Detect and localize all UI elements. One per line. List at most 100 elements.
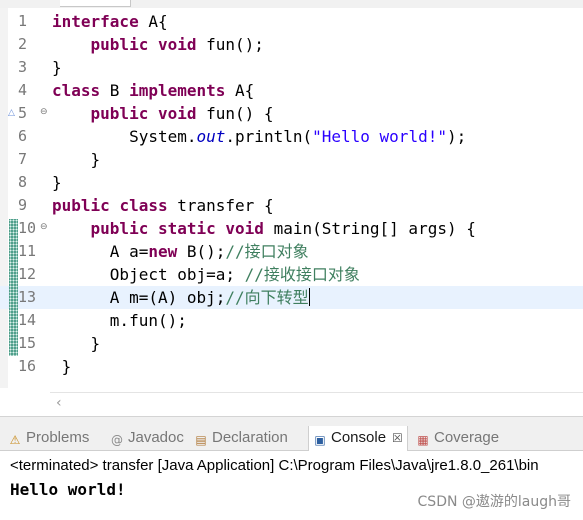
code-editor[interactable]: 1 interface A{2 public void fun(); 3} 4 clas…	[0, 8, 583, 398]
code-line[interactable]: 16 }	[0, 355, 583, 378]
code-text: }	[52, 171, 62, 194]
close-icon[interactable]: ☒	[392, 431, 403, 445]
code-line[interactable]: 10 ⊖ public static void main(String[] arg…	[0, 217, 583, 240]
code-token: }	[52, 357, 72, 376]
code-text: public static void main(String[] args) {	[52, 217, 476, 240]
tab-label: Javadoc	[128, 429, 184, 446]
javadoc-icon: @	[111, 433, 123, 447]
line-number: 3	[18, 58, 28, 76]
fold-toggle-icon[interactable]: ⊖	[40, 223, 48, 232]
code-line[interactable]: 4 class B implements A{	[0, 79, 583, 102]
comment-token: //向下转型	[225, 288, 309, 307]
line-number: 15	[18, 334, 37, 352]
tab-problems[interactable]: ⚠ Problems	[8, 426, 90, 450]
code-text: public void fun() {	[52, 102, 274, 125]
code-token: System.	[52, 127, 197, 146]
code-token: }	[52, 58, 62, 77]
line-number: 7	[18, 150, 28, 168]
code-line[interactable]: 3}	[0, 56, 583, 79]
editor-tab-strip	[0, 0, 583, 8]
code-token: }	[52, 334, 101, 353]
code-token: A a=	[52, 242, 149, 261]
code-line[interactable]: 14 m.fun();	[0, 309, 583, 332]
field-token: out	[196, 127, 226, 146]
line-number: 4	[18, 81, 28, 99]
code-line[interactable]: 8}	[0, 171, 583, 194]
tab-console[interactable]: ▣ Console ☒	[308, 426, 408, 451]
comment-token: //接口对象	[225, 242, 309, 261]
tab-javadoc[interactable]: @ Javadoc	[110, 426, 184, 450]
keyword-token: class	[52, 81, 101, 100]
line-number: 2	[18, 35, 28, 53]
code-line[interactable]: 13 A m=(A) obj;//向下转型	[0, 286, 583, 309]
tab-label: Coverage	[434, 429, 500, 446]
code-token: }	[52, 173, 62, 192]
change-indicator-bar	[9, 219, 18, 356]
code-text: }	[52, 148, 101, 171]
line-number: 11	[18, 242, 37, 260]
horizontal-scrollbar[interactable]: ‹	[50, 392, 583, 415]
code-line[interactable]: 15 }	[0, 332, 583, 355]
code-line[interactable]: 1 interface A{	[0, 10, 583, 33]
code-line[interactable]: 12 Object obj=a; //接收接口对象	[0, 263, 583, 286]
code-text: System.out.println("Hello world!");	[52, 125, 466, 148]
code-text: public class transfer {	[52, 194, 274, 217]
code-line[interactable]: 9 public class transfer {	[0, 194, 583, 217]
tab-label: Console	[331, 429, 387, 446]
line-number: 8	[18, 173, 28, 191]
code-text: }	[52, 56, 62, 79]
line-number: 6	[18, 127, 28, 145]
code-token: A{	[225, 81, 255, 100]
line-number: 12	[18, 265, 37, 283]
console-status: <terminated> transfer [Java Application]…	[10, 457, 539, 474]
code-token: fun() {	[196, 104, 274, 123]
line-number: 13	[18, 288, 37, 306]
views-tab-bar: ⚠ Problems @ Javadoc ▤ Declaration ▣ Console ☒ ▦ C…	[0, 426, 583, 451]
line-number: 9	[18, 196, 28, 214]
tab-label: Problems	[26, 429, 90, 446]
code-token: }	[52, 150, 101, 169]
console-icon: ▣	[314, 433, 326, 447]
code-line[interactable]: 2 public void fun();	[0, 33, 583, 56]
keyword-token: interface	[52, 12, 139, 31]
console-output: Hello world!	[10, 480, 126, 499]
watermark: CSDN @遨游的laugh哥	[417, 494, 571, 510]
code-token: A m=(A) obj;	[52, 288, 226, 307]
code-token: );	[446, 127, 467, 146]
fold-toggle-icon[interactable]: ⊖	[40, 108, 48, 117]
code-line[interactable]: 5 △ ⊖ public void fun() {	[0, 102, 583, 125]
console-view[interactable]: <terminated> transfer [Java Application]…	[0, 451, 583, 520]
text-caret	[308, 288, 310, 306]
keyword-token: void	[157, 104, 197, 123]
code-line[interactable]: 7 }	[0, 148, 583, 171]
string-token: "Hello world!"	[312, 127, 447, 146]
keyword-token: public	[90, 104, 149, 123]
code-line[interactable]: 11 A a=new B();//接口对象	[0, 240, 583, 263]
tab-coverage[interactable]: ▦ Coverage	[416, 426, 499, 450]
code-text: m.fun();	[52, 309, 187, 332]
keyword-token: new	[148, 242, 178, 261]
override-marker-icon: △	[8, 108, 15, 118]
keyword-token: public	[52, 196, 110, 215]
code-line[interactable]: 6 System.out.println("Hello world!");	[0, 125, 583, 148]
code-text: A a=new B();//接口对象	[52, 240, 309, 263]
line-number: 1	[18, 12, 28, 30]
scroll-left-icon[interactable]: ‹	[56, 395, 62, 411]
code-token: B();	[177, 242, 226, 261]
coverage-icon: ▦	[417, 433, 429, 447]
tab-declaration[interactable]: ▤ Declaration	[194, 426, 288, 450]
line-number: 14	[18, 311, 37, 329]
code-text: Object obj=a; //接收接口对象	[52, 263, 360, 286]
comment-token: //接收接口对象	[244, 265, 360, 284]
code-text: interface A{	[52, 10, 168, 33]
editor-tab[interactable]	[60, 0, 131, 7]
keyword-token: public	[90, 35, 149, 54]
declaration-icon: ▤	[195, 433, 207, 447]
